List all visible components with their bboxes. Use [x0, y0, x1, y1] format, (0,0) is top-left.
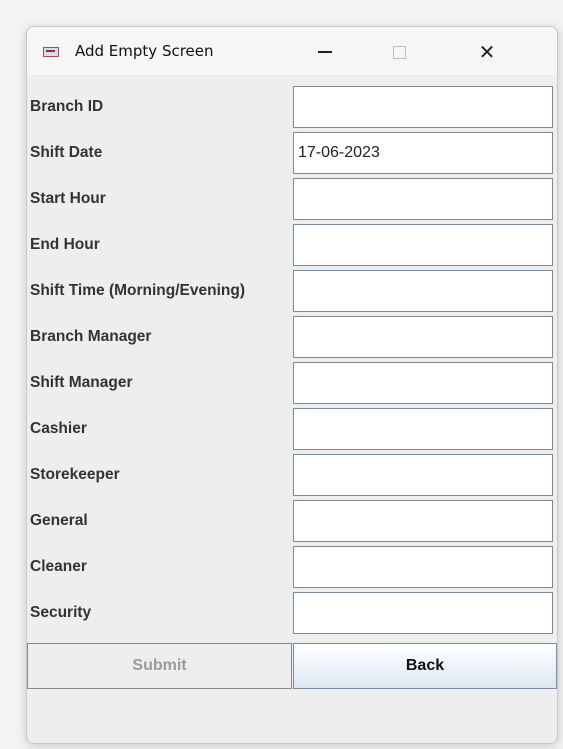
form-row-start-hour: Start Hour	[27, 177, 557, 221]
branch-manager-label: Branch Manager	[30, 328, 152, 345]
end-hour-input[interactable]	[293, 224, 553, 266]
form-row-security: Security	[27, 591, 557, 635]
form-row-cashier: Cashier	[27, 407, 557, 451]
cashier-input[interactable]	[293, 408, 553, 450]
cleaner-label: Cleaner	[30, 558, 87, 575]
security-input[interactable]	[293, 592, 553, 634]
shift-time-input[interactable]	[293, 270, 553, 312]
minimize-icon	[318, 51, 332, 53]
window-footer	[27, 689, 557, 743]
close-button[interactable]: ✕	[467, 37, 507, 67]
app-window: Add Empty Screen ✕ Branch ID Shift Date …	[26, 26, 558, 744]
end-hour-label: End Hour	[30, 236, 100, 253]
start-hour-label: Start Hour	[30, 190, 106, 207]
form-row-shift-time: Shift Time (Morning/Evening)	[27, 269, 557, 313]
button-bar: Submit Back	[27, 643, 557, 689]
security-label: Security	[30, 604, 92, 621]
form-row-general: General	[27, 499, 557, 543]
storekeeper-input[interactable]	[293, 454, 553, 496]
minimize-button[interactable]	[305, 37, 345, 67]
title-bar[interactable]: Add Empty Screen ✕	[27, 27, 557, 75]
form-row-shift-manager: Shift Manager	[27, 361, 557, 405]
form-row-end-hour: End Hour	[27, 223, 557, 267]
storekeeper-label: Storekeeper	[30, 466, 120, 483]
form-row-cleaner: Cleaner	[27, 545, 557, 589]
general-label: General	[30, 512, 88, 529]
general-input[interactable]	[293, 500, 553, 542]
form-row-storekeeper: Storekeeper	[27, 453, 557, 497]
java-app-icon	[43, 47, 59, 57]
window-title: Add Empty Screen	[75, 42, 214, 60]
cashier-label: Cashier	[30, 420, 87, 437]
form-row-branch-manager: Branch Manager	[27, 315, 557, 359]
maximize-button[interactable]	[379, 37, 419, 67]
branch-id-label: Branch ID	[30, 98, 104, 115]
cleaner-input[interactable]	[293, 546, 553, 588]
shift-time-label: Shift Time (Morning/Evening)	[30, 282, 245, 299]
shift-manager-input[interactable]	[293, 362, 553, 404]
branch-manager-input[interactable]	[293, 316, 553, 358]
form-row-shift-date: Shift Date	[27, 131, 557, 175]
start-hour-input[interactable]	[293, 178, 553, 220]
close-icon: ✕	[478, 40, 496, 64]
submit-button[interactable]: Submit	[27, 643, 292, 689]
maximize-icon	[392, 45, 406, 59]
back-button[interactable]: Back	[293, 643, 557, 689]
shift-manager-label: Shift Manager	[30, 374, 133, 391]
shift-date-input[interactable]	[293, 132, 553, 174]
branch-id-input[interactable]	[293, 86, 553, 128]
shift-date-label: Shift Date	[30, 144, 103, 161]
form-row-branch-id: Branch ID	[27, 85, 557, 129]
